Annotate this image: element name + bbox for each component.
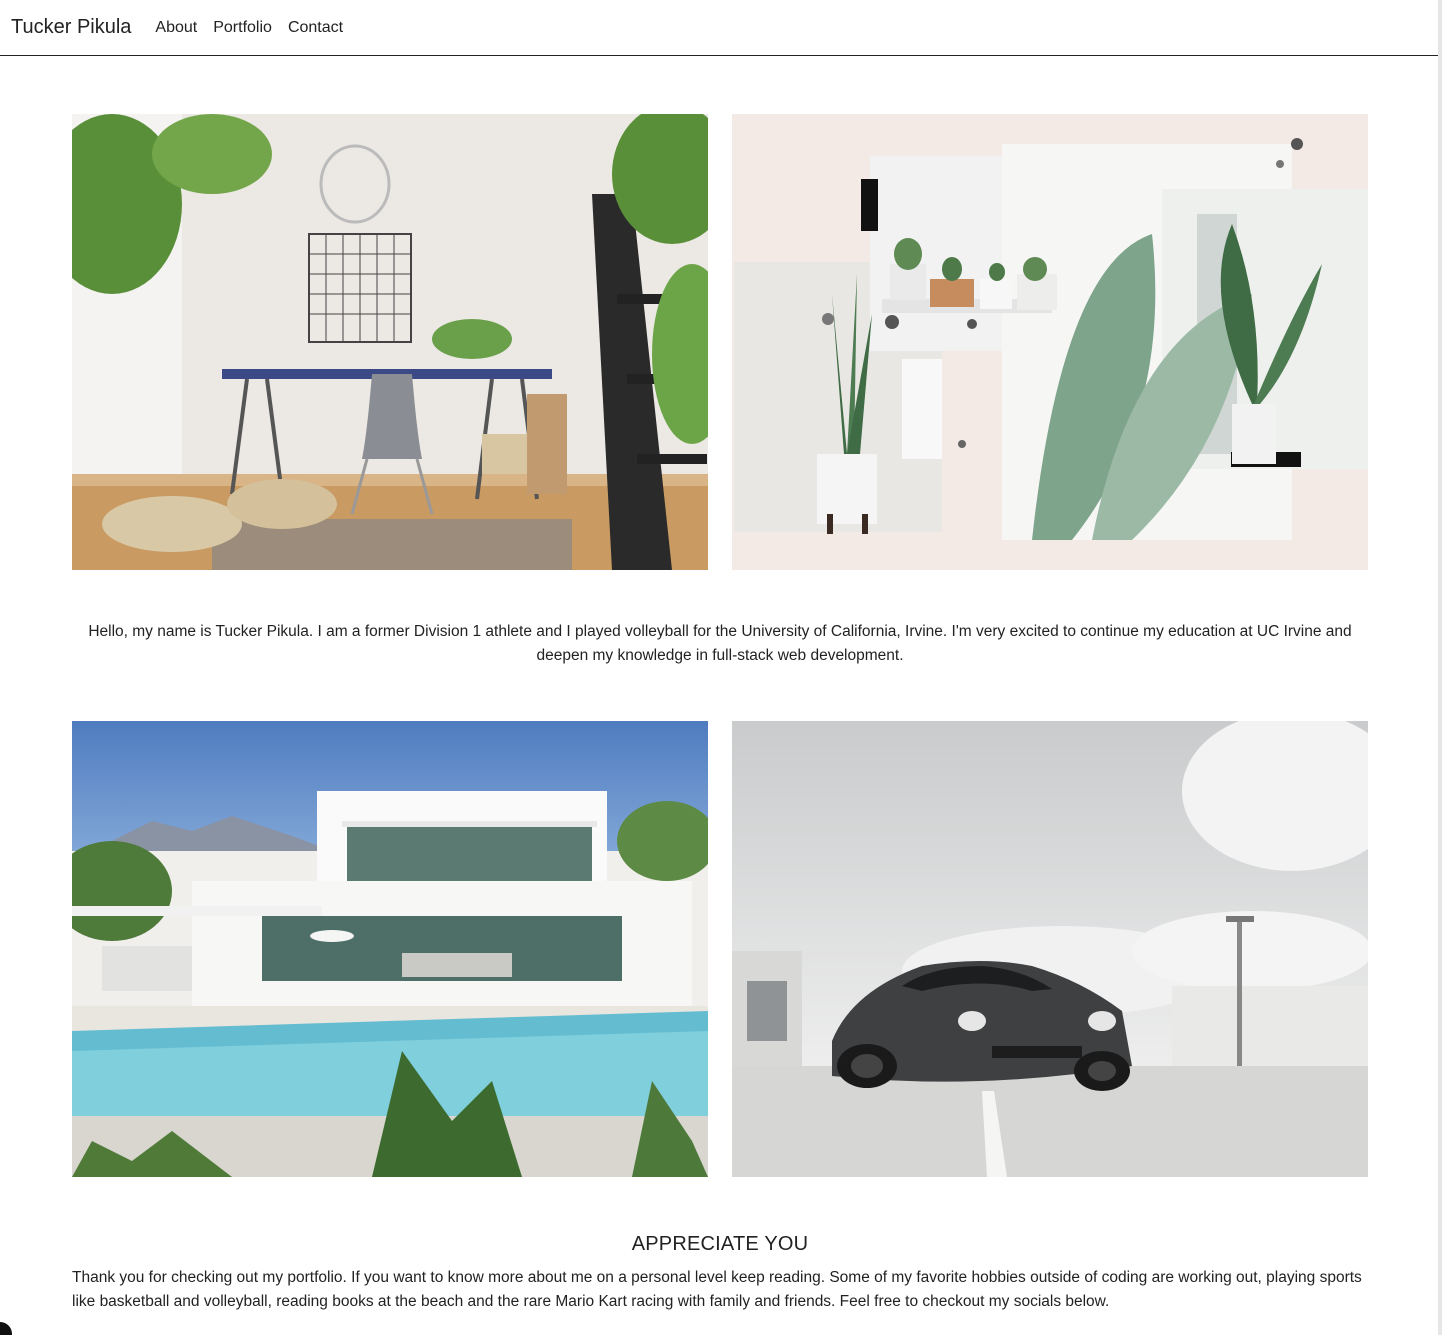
- window-corner: [0, 1322, 12, 1335]
- top-navbar: Tucker Pikula About Portfolio Contact: [0, 0, 1440, 56]
- brand-link[interactable]: Tucker Pikula: [11, 16, 131, 39]
- nav-link-about[interactable]: About: [155, 19, 197, 37]
- workspace-photo: [72, 114, 708, 570]
- modern-house-photo: [72, 721, 708, 1177]
- page-scrollbar-edge: [1438, 0, 1442, 1335]
- sports-car-photo: [732, 721, 1368, 1177]
- nav-link-portfolio[interactable]: Portfolio: [213, 19, 272, 37]
- plants-collage-photo: [732, 114, 1368, 570]
- nav-link-contact[interactable]: Contact: [288, 19, 343, 37]
- appreciate-paragraph: Thank you for checking out my portfolio.…: [72, 1269, 1362, 1310]
- appreciate-heading: APPRECIATE YOU: [631, 1233, 809, 1255]
- intro-paragraph: Hello, my name is Tucker Pikula. I am a …: [88, 623, 1352, 664]
